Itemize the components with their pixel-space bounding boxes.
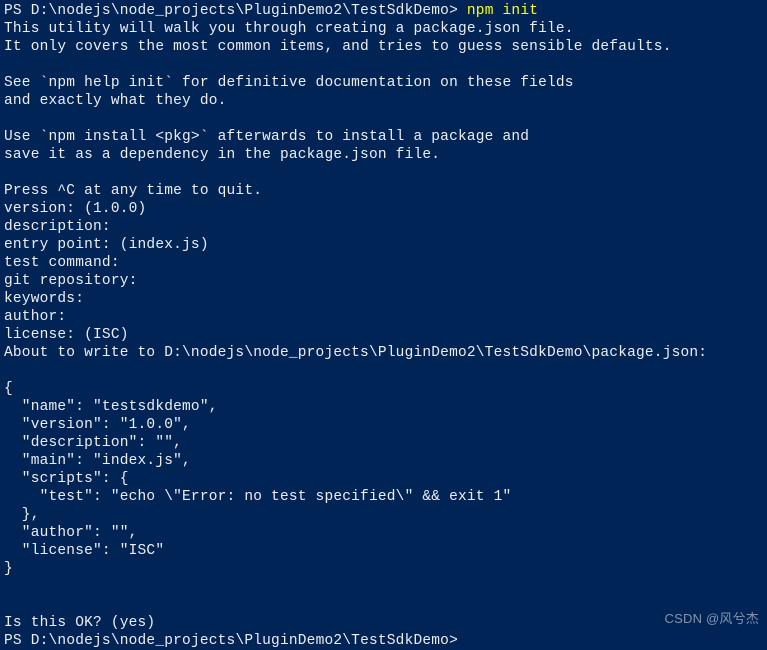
output-line: save it as a dependency in the package.j… — [4, 147, 440, 163]
output-line: "version": "1.0.0", — [4, 417, 191, 433]
output-line: test command: — [4, 255, 120, 271]
output-line: entry point: (index.js) — [4, 237, 209, 253]
output-line: This utility will walk you through creat… — [4, 21, 574, 37]
output-line: { — [4, 381, 13, 397]
output-line: git repository: — [4, 273, 138, 289]
output-line: author: — [4, 309, 66, 325]
output-line: Press ^C at any time to quit. — [4, 183, 262, 199]
ps-prompt2-suffix: > — [449, 633, 458, 649]
output-line: keywords: — [4, 291, 84, 307]
output-line: "name": "testsdkdemo", — [4, 399, 218, 415]
output-line: Use `npm install <pkg>` afterwards to in… — [4, 129, 529, 145]
output-line: "main": "index.js", — [4, 453, 191, 469]
ps-prompt-suffix: > — [449, 3, 467, 19]
output-line: It only covers the most common items, an… — [4, 39, 672, 55]
output-line: "test": "echo \"Error: no test specified… — [4, 489, 511, 505]
output-line: and exactly what they do. — [4, 93, 227, 109]
output-line: "description": "", — [4, 435, 182, 451]
ps-prompt-path: D:\nodejs\node_projects\PluginDemo2\Test… — [31, 3, 449, 19]
ps-prompt2-path: D:\nodejs\node_projects\PluginDemo2\Test… — [31, 633, 449, 649]
output-line: description: — [4, 219, 111, 235]
output-line: } — [4, 561, 13, 577]
output-line: version: (1.0.0) — [4, 201, 146, 217]
ps-prompt-prefix: PS — [4, 3, 31, 19]
output-line: "license": "ISC" — [4, 543, 164, 559]
output-line: "author": "", — [4, 525, 138, 541]
ps-prompt2-prefix: PS — [4, 633, 31, 649]
watermark-text: CSDN @风兮杰 — [665, 610, 759, 628]
output-line: About to write to D:\nodejs\node_project… — [4, 345, 707, 361]
output-line: See `npm help init` for definitive docum… — [4, 75, 574, 91]
output-line: "scripts": { — [4, 471, 129, 487]
output-line: }, — [4, 507, 40, 523]
output-line: Is this OK? (yes) — [4, 615, 155, 631]
command-text: npm init — [467, 3, 538, 19]
terminal-area[interactable]: PS D:\nodejs\node_projects\PluginDemo2\T… — [4, 2, 763, 650]
output-line: license: (ISC) — [4, 327, 129, 343]
